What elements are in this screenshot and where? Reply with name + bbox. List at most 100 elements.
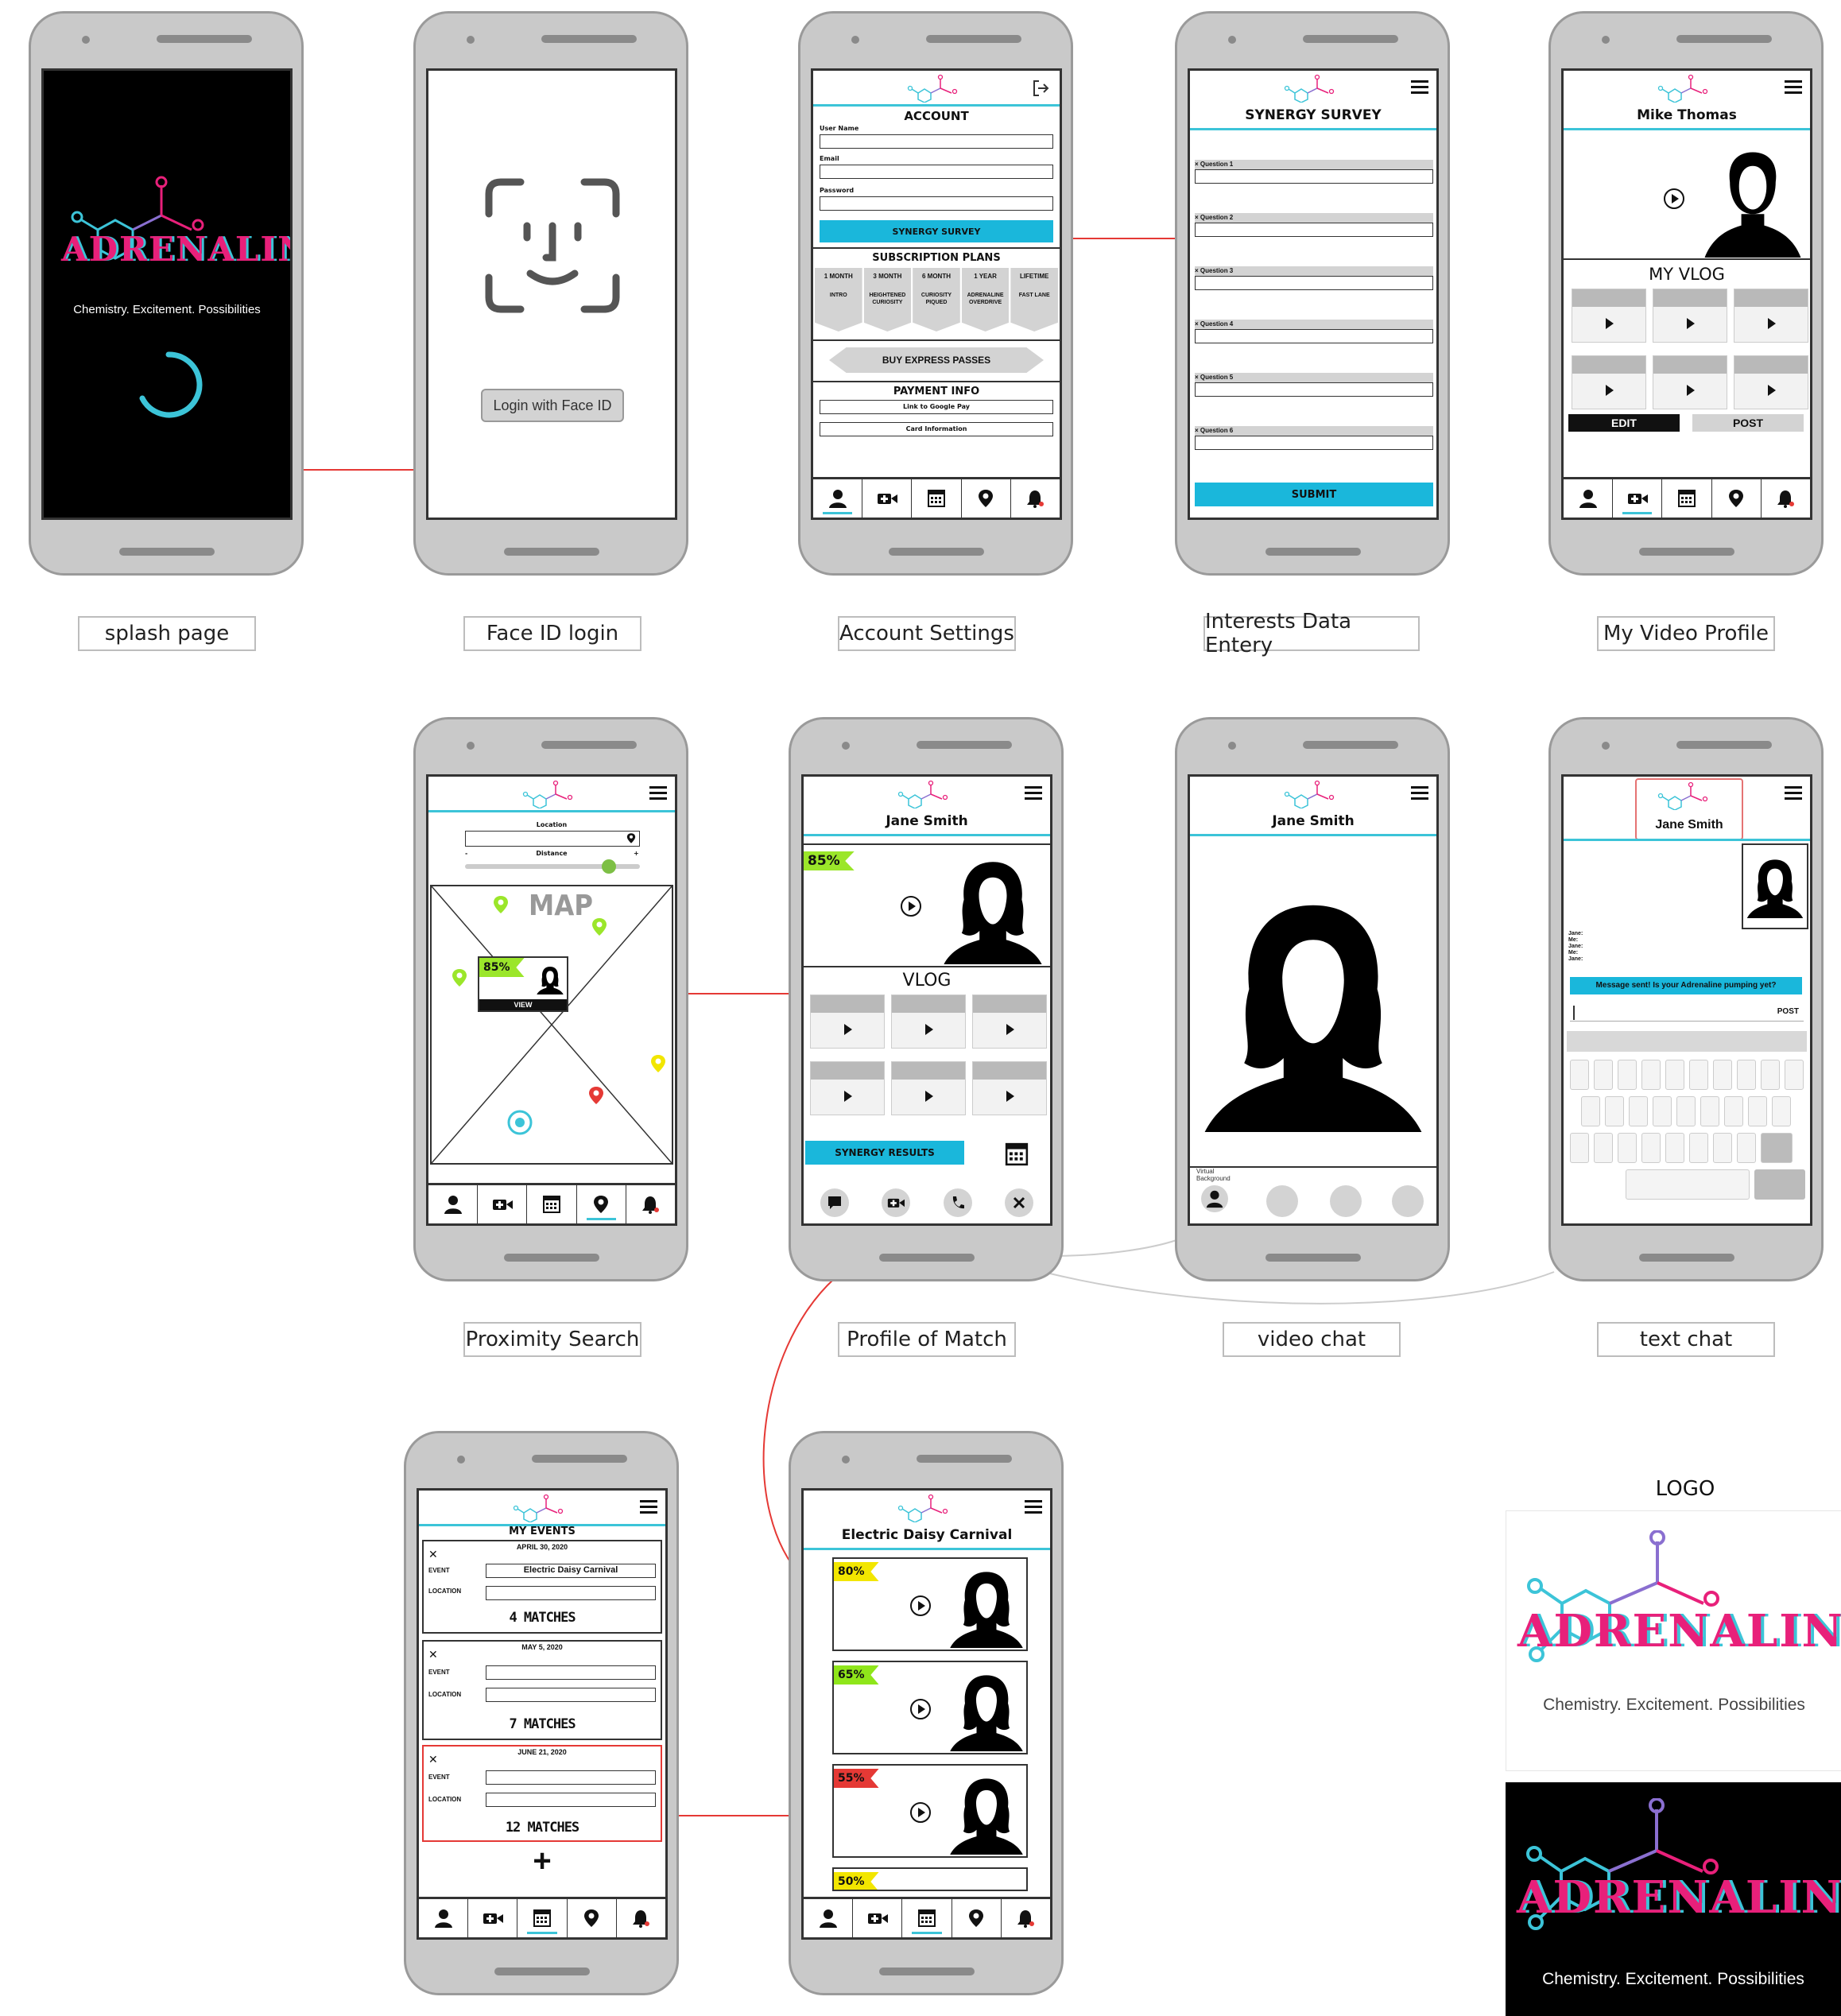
nav-notifications[interactable] <box>1011 479 1060 518</box>
match-card[interactable]: 50% <box>832 1867 1028 1891</box>
close-icon[interactable]: ✕ <box>428 1548 438 1561</box>
question-answer-field[interactable] <box>1195 329 1433 343</box>
keyboard-key[interactable] <box>1676 1096 1696 1126</box>
keyboard-key[interactable] <box>1665 1133 1684 1163</box>
event-name-field[interactable] <box>486 1770 656 1785</box>
keyboard-key[interactable] <box>1785 1060 1804 1090</box>
login-face-id-button[interactable]: Login with Face ID <box>481 389 624 422</box>
nav-video[interactable] <box>862 479 913 518</box>
synergy-survey-button[interactable]: SYNERGY SURVEY <box>820 220 1053 242</box>
location-pin-icon[interactable] <box>589 917 610 937</box>
keyboard-spacebar[interactable] <box>1626 1169 1750 1200</box>
nav-profile[interactable] <box>804 1899 854 1937</box>
nav-notifications[interactable] <box>1762 479 1810 518</box>
menu-icon[interactable] <box>1411 80 1428 94</box>
keyboard-key[interactable] <box>1581 1096 1600 1126</box>
match-video[interactable]: 85% <box>804 843 1050 967</box>
play-icon[interactable] <box>1662 187 1686 211</box>
keyboard-key[interactable] <box>1641 1133 1661 1163</box>
menu-icon[interactable] <box>649 786 667 800</box>
vlog-thumb[interactable] <box>1653 289 1727 343</box>
edit-button[interactable]: EDIT <box>1568 414 1680 432</box>
close-icon[interactable]: ✕ <box>428 1648 438 1661</box>
vlog-thumb[interactable] <box>972 1061 1047 1115</box>
chat-button[interactable] <box>820 1188 849 1217</box>
nav-notifications[interactable] <box>626 1185 675 1223</box>
video-call-button[interactable] <box>882 1188 911 1217</box>
play-icon[interactable] <box>909 1801 932 1824</box>
event-matches[interactable]: 12 MATCHES <box>424 1820 661 1836</box>
keyboard-key[interactable] <box>1713 1133 1732 1163</box>
vlog-thumb[interactable] <box>891 994 966 1049</box>
menu-icon[interactable] <box>1785 786 1802 800</box>
keyboard-key[interactable] <box>1618 1133 1637 1163</box>
menu-icon[interactable] <box>1025 786 1042 800</box>
nav-profile[interactable] <box>419 1899 469 1937</box>
keyboard-key[interactable] <box>1665 1060 1684 1090</box>
vlog-thumb[interactable] <box>1734 289 1808 343</box>
play-icon[interactable] <box>909 1594 932 1618</box>
synergy-results-button[interactable]: SYNERGY RESULTS <box>805 1141 964 1165</box>
buy-express-passes-button[interactable]: BUY EXPRESS PASSES <box>829 347 1044 373</box>
add-event-button[interactable]: + <box>419 1843 665 1878</box>
map-match-popup[interactable]: 85% VIEW <box>478 956 568 1012</box>
event-name-field[interactable] <box>486 1665 656 1680</box>
distance-slider[interactable] <box>465 859 640 874</box>
vlog-thumb[interactable] <box>972 994 1047 1049</box>
question-answer-field[interactable] <box>1195 436 1433 450</box>
nav-video[interactable] <box>1613 479 1663 518</box>
keyboard-key[interactable] <box>1641 1060 1661 1090</box>
username-field[interactable] <box>820 134 1053 149</box>
logout-icon[interactable] <box>1031 79 1050 98</box>
play-icon[interactable] <box>899 894 923 918</box>
control-button[interactable] <box>1392 1185 1424 1217</box>
event-card[interactable]: JUNE 21, 2020 ✕ EVENT LOCATION 12 MATCHE… <box>422 1745 662 1842</box>
phone-button[interactable] <box>943 1188 972 1217</box>
message-input[interactable]: POST <box>1570 1004 1804 1022</box>
keyboard-key[interactable] <box>1689 1060 1708 1090</box>
vlog-thumb[interactable] <box>810 1061 885 1115</box>
nav-notifications[interactable] <box>617 1899 665 1937</box>
nav-video[interactable] <box>478 1185 528 1223</box>
view-button[interactable]: VIEW <box>479 999 567 1010</box>
question-answer-field[interactable] <box>1195 223 1433 237</box>
nav-profile[interactable] <box>1564 479 1614 518</box>
plan-option[interactable]: LIFETIME FAST LANE <box>1010 268 1058 331</box>
nav-video[interactable] <box>468 1899 518 1937</box>
event-location-field[interactable] <box>486 1793 656 1807</box>
close-icon[interactable]: ✕ <box>428 1753 438 1766</box>
menu-icon[interactable] <box>640 1500 657 1514</box>
control-button[interactable] <box>1266 1185 1298 1217</box>
map-area[interactable]: MAP 85% VIEW <box>430 885 673 1165</box>
submit-button[interactable]: SUBMIT <box>1195 483 1433 506</box>
nav-video[interactable] <box>853 1899 903 1937</box>
calendar-icon[interactable] <box>1002 1141 1031 1168</box>
location-field[interactable] <box>465 831 640 847</box>
keyboard-key[interactable] <box>1653 1096 1672 1126</box>
keyboard-key[interactable] <box>1689 1133 1708 1163</box>
vlog-thumb[interactable] <box>1572 355 1646 409</box>
nav-map[interactable] <box>568 1899 617 1937</box>
keyboard-key[interactable] <box>1713 1060 1732 1090</box>
location-pin-icon[interactable] <box>648 1053 669 1074</box>
vlog-thumb[interactable] <box>1653 355 1727 409</box>
nav-events[interactable] <box>527 1185 577 1223</box>
event-card[interactable]: MAY 5, 2020 ✕ EVENT LOCATION 7 MATCHES <box>422 1640 662 1740</box>
post-button[interactable]: POST <box>1692 414 1804 432</box>
question-answer-field[interactable] <box>1195 382 1433 397</box>
on-screen-keyboard[interactable] <box>1567 1031 1807 1222</box>
event-card[interactable]: APRIL 30, 2020 ✕ EVENT Electric Daisy Ca… <box>422 1540 662 1634</box>
event-matches[interactable]: 4 MATCHES <box>424 1610 661 1626</box>
nav-map[interactable] <box>962 479 1011 518</box>
nav-profile[interactable] <box>813 479 863 518</box>
match-card[interactable]: 55% <box>832 1764 1028 1858</box>
plan-option[interactable]: 1 YEAR ADRENALINE OVERDRIVE <box>961 268 1010 331</box>
keyboard-key[interactable] <box>1594 1060 1613 1090</box>
close-button[interactable] <box>1005 1188 1034 1217</box>
vlog-thumb[interactable] <box>810 994 885 1049</box>
nav-events[interactable] <box>912 479 962 518</box>
keyboard-key[interactable] <box>1570 1133 1589 1163</box>
nav-notifications[interactable] <box>1002 1899 1050 1937</box>
question-answer-field[interactable] <box>1195 169 1433 184</box>
keyboard-key[interactable] <box>1737 1133 1756 1163</box>
